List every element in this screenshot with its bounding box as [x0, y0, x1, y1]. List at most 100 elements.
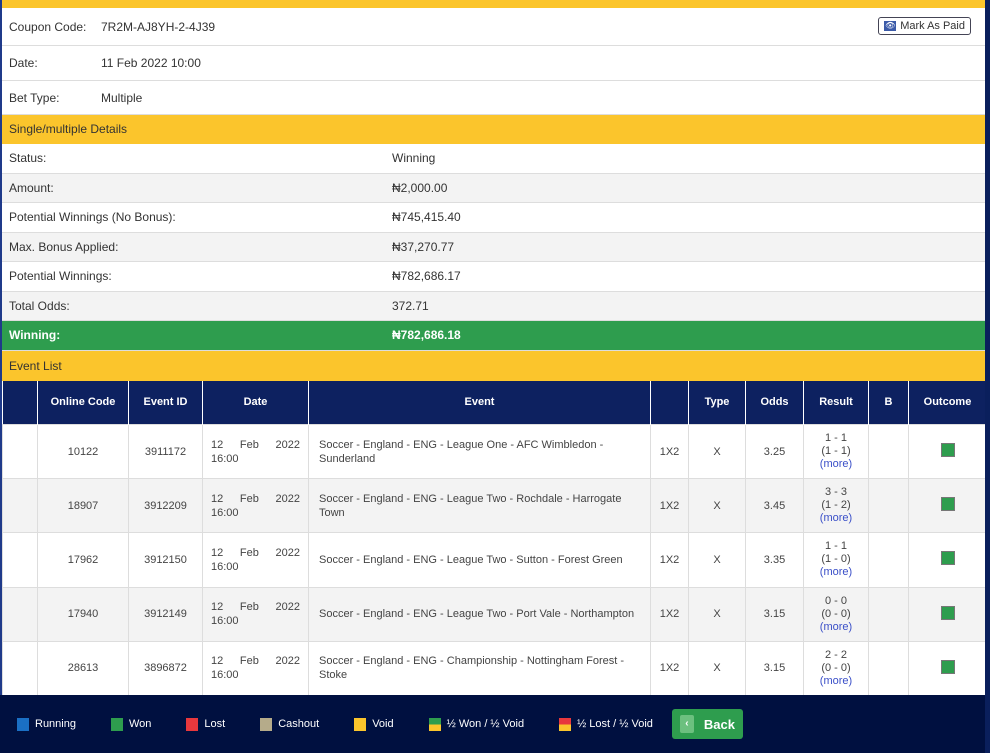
more-link[interactable]: (more): [804, 566, 868, 579]
legend-item: Won: [110, 717, 152, 731]
empty-cell: [2, 586, 38, 642]
legend-label: Won: [128, 718, 152, 730]
bet-type: X: [688, 586, 746, 642]
odds: 3.35: [745, 532, 804, 588]
winning-row: Winning: ₦782,686.18: [2, 321, 985, 351]
bonus-cell: [868, 640, 909, 696]
empty-cell: [2, 532, 38, 588]
bet-type-row: Bet Type: Multiple: [2, 81, 985, 115]
table-row: 17962 3912150 12 Feb 2022 16:00 Soccer -…: [2, 532, 987, 588]
date-label: Date:: [9, 56, 38, 70]
column-header: Online Code: [37, 380, 129, 425]
top-bar: [2, 0, 985, 8]
legend-label: Void: [372, 718, 394, 730]
online-code: 28613: [37, 640, 129, 696]
column-header: Odds: [745, 380, 804, 425]
column-header: [650, 380, 689, 425]
legend-label: Cashout: [278, 718, 320, 730]
event-date: 12 Feb 2022 16:00: [202, 640, 309, 696]
outcome: [908, 423, 987, 480]
table-row: 17940 3912149 12 Feb 2022 16:00 Soccer -…: [2, 586, 987, 642]
event-id: 3912209: [128, 478, 203, 534]
more-link[interactable]: (more): [804, 512, 868, 525]
online-code: 17962: [37, 532, 129, 588]
details-list: Status: Winning Amount: ₦2,000.00 Potential …: [2, 144, 985, 321]
detail-value: Winning: [392, 151, 436, 166]
table-row: 10122 3911172 12 Feb 2022 16:00 Soccer -…: [2, 423, 987, 480]
result: 1 - 1 (1 - 1) (more): [803, 423, 869, 480]
column-header: Date: [202, 380, 309, 425]
event-id: 3912150: [128, 532, 203, 588]
chevron-left-icon: ‹: [679, 715, 694, 733]
legend-label: Running: [35, 718, 76, 730]
legend-footer: Running Won Lost Cashout Void ½ Won / ½ Void ½…: [0, 695, 985, 753]
bet-type: X: [688, 532, 746, 588]
event-name: Soccer - England - ENG - League One - AF…: [308, 423, 651, 480]
outcome: [908, 478, 987, 534]
column-header: Event: [308, 380, 651, 425]
event-name: Soccer - England - ENG - Championship - …: [308, 640, 651, 696]
bet-type: X: [688, 640, 746, 696]
date-value: 11 Feb 2022 10:00: [101, 56, 201, 70]
empty-cell: [2, 423, 38, 480]
legend-swatch-icon: [110, 717, 123, 731]
odds: 3.25: [745, 423, 804, 480]
legend-swatch-icon: [354, 717, 367, 731]
legend-item: Cashout: [260, 717, 320, 731]
column-header: B: [868, 380, 909, 425]
legend-item: ½ Lost / ½ Void: [559, 717, 653, 731]
more-link[interactable]: (more): [804, 621, 868, 634]
more-link[interactable]: (more): [804, 675, 868, 688]
legend-swatch-icon: [559, 717, 572, 731]
empty-cell: [2, 640, 38, 696]
bonus-cell: [868, 586, 909, 642]
event-date: 12 Feb 2022 16:00: [202, 423, 309, 480]
score: 0 - 0: [824, 594, 847, 607]
detail-row: Status: Winning: [2, 144, 985, 174]
right-border: [985, 0, 990, 753]
mark-as-paid-button[interactable]: 👁 Mark As Paid: [878, 17, 971, 35]
legend-item: Running: [17, 717, 76, 731]
event-id: 3911172: [128, 423, 203, 480]
bet-type-value: Multiple: [101, 90, 143, 105]
market: 1X2: [650, 586, 689, 642]
online-code: 10122: [37, 423, 129, 480]
result: 0 - 0 (0 - 0) (more): [803, 586, 869, 642]
legend-label: Lost: [204, 718, 226, 730]
table-row: 18907 3912209 12 Feb 2022 16:00 Soccer -…: [2, 478, 987, 534]
event-name: Soccer - England - ENG - League Two - Po…: [308, 586, 651, 642]
halftime-score: (1 - 0): [821, 553, 851, 566]
detail-label: Status:: [9, 151, 47, 166]
detail-label: Potential Winnings:: [9, 269, 112, 284]
event-date: 12 Feb 2022 16:00: [202, 532, 309, 588]
detail-value: ₦2,000.00: [392, 180, 448, 195]
bet-type: X: [688, 478, 746, 534]
event-name: Soccer - England - ENG - League Two - Su…: [308, 532, 651, 588]
outcome: [908, 586, 987, 642]
back-button[interactable]: ‹ Back: [671, 709, 743, 739]
detail-row: Potential Winnings: ₦782,686.17: [2, 262, 985, 292]
detail-value: ₦745,415.40: [392, 210, 461, 225]
score: 2 - 2: [824, 648, 847, 661]
outcome: [908, 640, 987, 696]
outcome: [908, 532, 987, 588]
empty-cell: [2, 478, 38, 534]
legend-swatch-icon: [186, 717, 199, 731]
online-code: 17940: [37, 586, 129, 642]
legend-swatch-icon: [17, 717, 29, 731]
legend-swatch-icon: [260, 717, 273, 731]
winning-label: Winning:: [9, 328, 61, 343]
back-label: Back: [703, 716, 735, 732]
details-header: Single/multiple Details: [2, 115, 985, 144]
market: 1X2: [650, 532, 689, 588]
score: 3 - 3: [824, 486, 847, 499]
more-link[interactable]: (more): [804, 458, 868, 471]
legend-item: ½ Won / ½ Void: [428, 717, 524, 731]
detail-row: Total Odds: 372.71: [2, 291, 985, 321]
halftime-score: (0 - 0): [821, 661, 851, 674]
detail-label: Amount:: [9, 180, 54, 195]
event-table: Online Code Event ID Date Event Type Odds Resu…: [2, 380, 987, 696]
coupon-code-label: Coupon Code:: [9, 19, 87, 34]
halftime-score: (1 - 2): [821, 499, 851, 512]
legend-swatch-icon: [428, 717, 441, 731]
